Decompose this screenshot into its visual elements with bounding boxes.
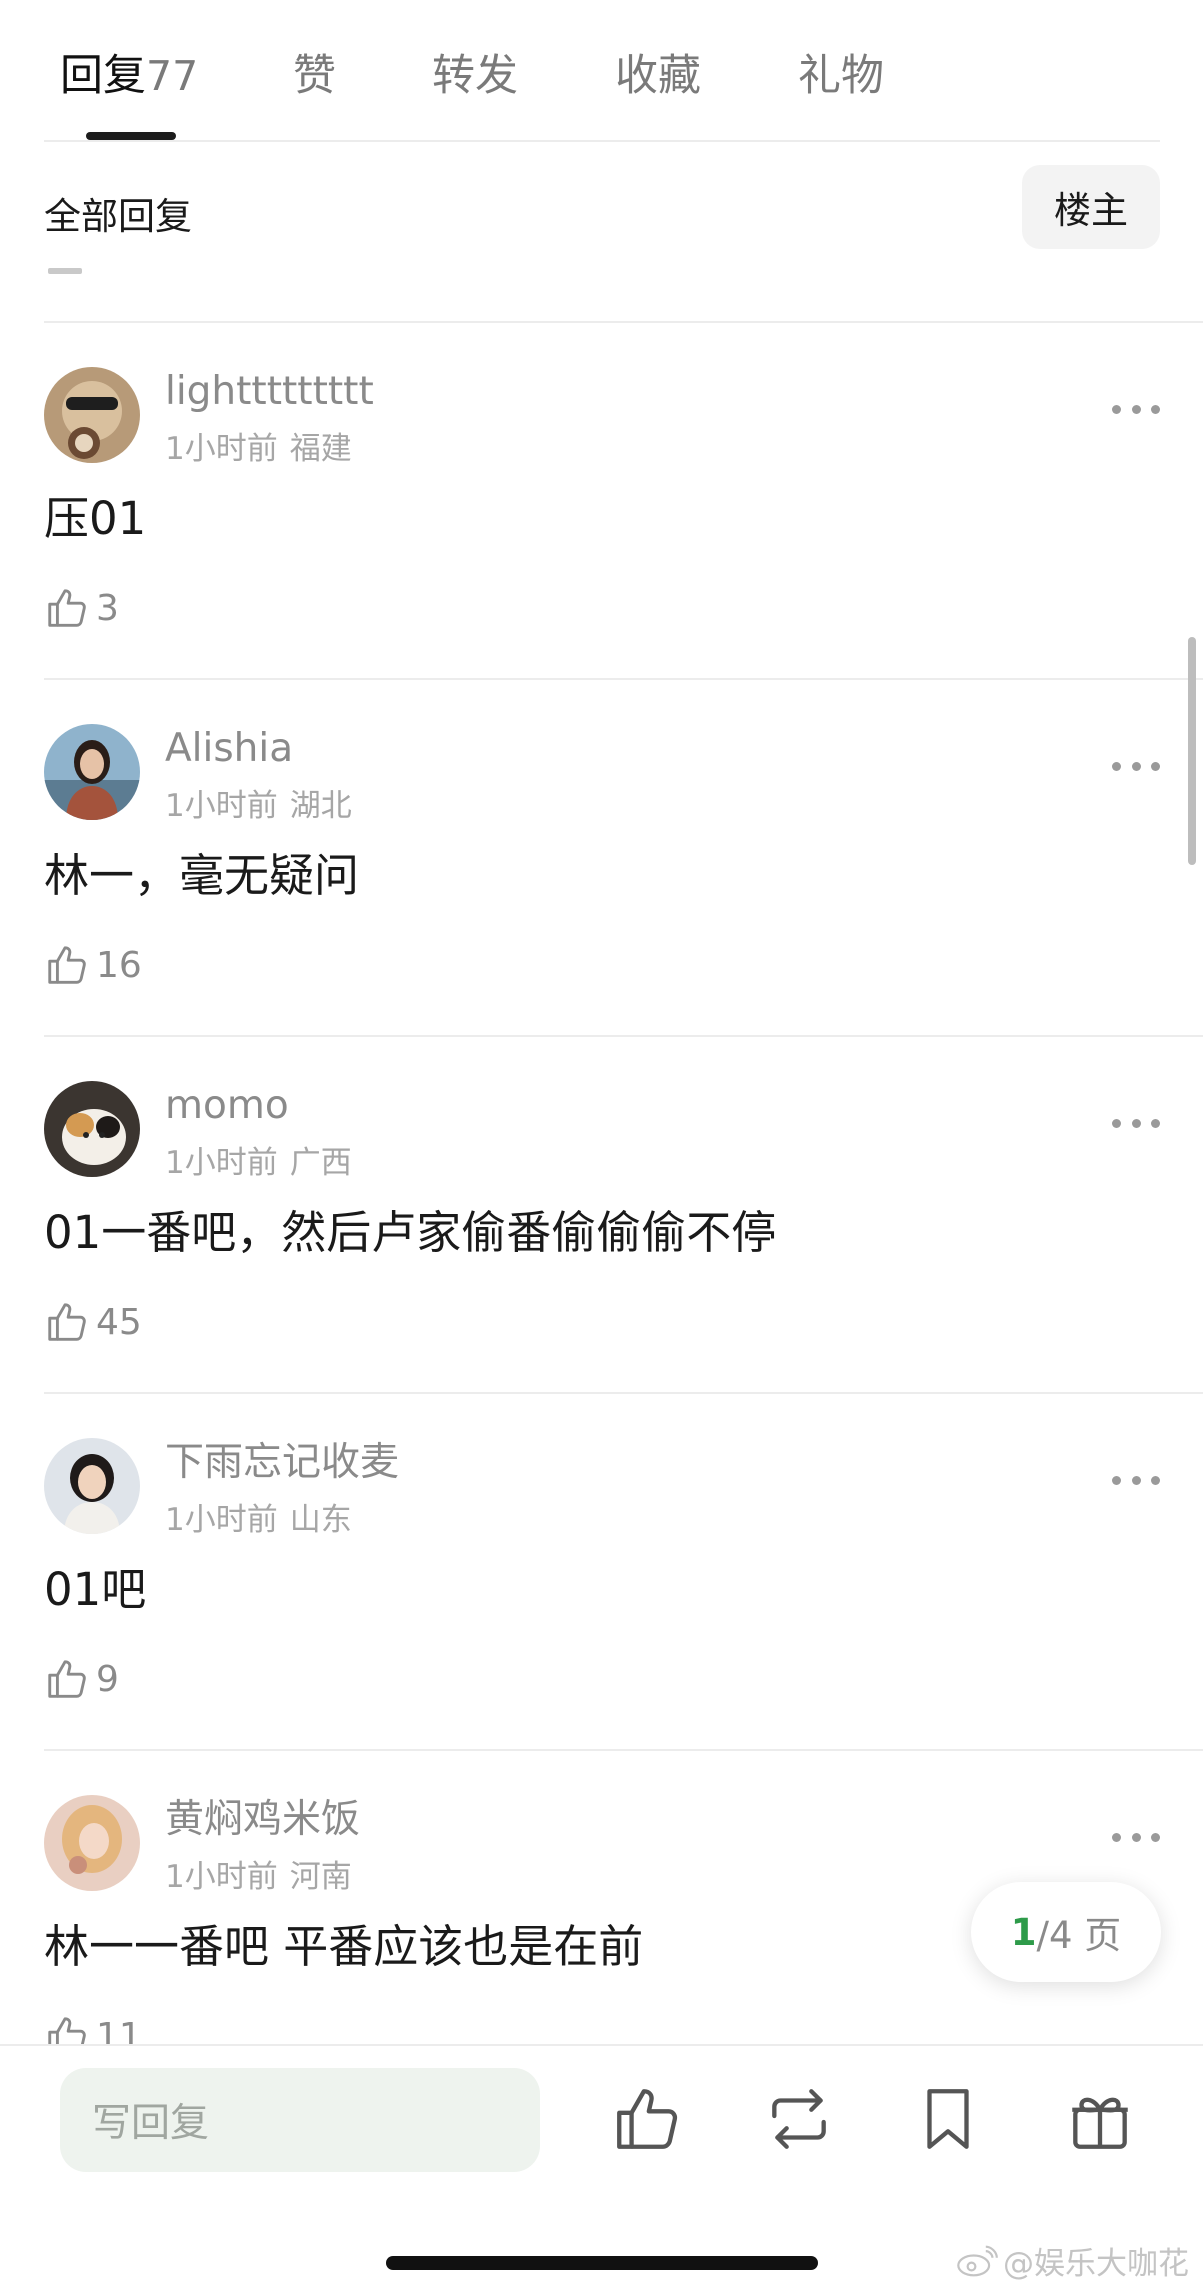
thumbs-up-icon — [48, 589, 86, 627]
username[interactable]: 黄焖鸡米饭 — [165, 1795, 360, 1845]
page-indicator[interactable]: 1/4 页 — [971, 1882, 1161, 1982]
username[interactable]: lighttttttttt — [165, 367, 374, 417]
repost-icon[interactable] — [762, 2082, 836, 2156]
avatar[interactable] — [44, 1081, 140, 1177]
weibo-logo-icon — [957, 2245, 998, 2276]
thumbs-up-icon — [48, 946, 86, 984]
reply-input[interactable]: 写回复 — [60, 2068, 540, 2172]
comment-location: 河南 — [289, 1859, 352, 1895]
username[interactable]: momo — [165, 1081, 289, 1131]
comment-meta: 1小时前 河南 — [165, 1851, 352, 1896]
tab-reposts[interactable]: 转发 — [432, 48, 518, 104]
all-replies-filter[interactable]: 全部回复 — [44, 186, 192, 240]
total-pages: /4 页 — [1036, 1914, 1122, 1957]
comment-item: Alishia 1小时前 湖北 林一，毫无疑问 16 — [0, 680, 1203, 1037]
more-options-icon[interactable] — [1112, 1472, 1160, 1488]
more-options-icon[interactable] — [1112, 758, 1160, 774]
comment-meta: 1小时前 山东 — [165, 1494, 352, 1539]
like-count: 16 — [96, 944, 142, 986]
more-options-icon[interactable] — [1112, 1115, 1160, 1131]
comment-item: 下雨忘记收麦 1小时前 山东 01吧 9 — [0, 1394, 1203, 1751]
comment-location: 山东 — [289, 1502, 352, 1538]
tab-replies-count: 77 — [146, 52, 199, 100]
home-indicator — [386, 2256, 818, 2270]
tabs-divider — [44, 140, 1160, 142]
current-page: 1 — [1010, 1910, 1037, 1954]
comment-meta: 1小时前 湖北 — [165, 780, 352, 825]
cut-off-content — [48, 268, 82, 274]
like-button[interactable]: 3 — [44, 583, 119, 633]
username[interactable]: 下雨忘记收麦 — [165, 1438, 399, 1488]
comment-text: 01一番吧，然后卢家偷番偷偷偷不停 — [44, 1206, 777, 1259]
tab-likes[interactable]: 赞 — [293, 48, 336, 104]
comment-location: 广西 — [289, 1145, 352, 1181]
like-button[interactable]: 45 — [44, 1297, 142, 1347]
comment-item: lighttttttttt 1小时前 福建 压01 3 — [0, 323, 1203, 680]
watermark-text: @娱乐大咖花 — [1003, 2246, 1189, 2282]
comment-time: 1小时前 — [165, 1145, 278, 1181]
like-button[interactable]: 16 — [44, 940, 142, 990]
active-tab-indicator — [86, 132, 176, 140]
like-count: 9 — [96, 1658, 119, 1700]
watermark: @娱乐大咖花 — [955, 2238, 1189, 2283]
comment-item: momo 1小时前 广西 01一番吧，然后卢家偷番偷偷偷不停 45 — [0, 1037, 1203, 1394]
comment-meta: 1小时前 广西 — [165, 1137, 352, 1182]
bookmark-icon[interactable] — [911, 2082, 985, 2156]
more-options-icon[interactable] — [1112, 1829, 1160, 1845]
thumbs-up-icon — [48, 1660, 86, 1698]
comment-location: 湖北 — [289, 788, 352, 824]
comment-text: 林一一番吧 平番应该也是在前 — [44, 1920, 644, 1973]
comment-text: 林一，毫无疑问 — [44, 849, 360, 902]
gift-icon[interactable] — [1063, 2082, 1137, 2156]
username[interactable]: Alishia — [165, 724, 293, 774]
tab-replies[interactable]: 回复77 — [60, 48, 198, 104]
scrollbar-thumb[interactable] — [1188, 637, 1196, 865]
tab-favorites[interactable]: 收藏 — [615, 48, 701, 104]
more-options-icon[interactable] — [1112, 401, 1160, 417]
op-only-button[interactable]: 楼主 — [1022, 165, 1160, 249]
like-count: 3 — [96, 587, 119, 629]
avatar[interactable] — [44, 1438, 140, 1534]
avatar[interactable] — [44, 367, 140, 463]
comment-meta: 1小时前 福建 — [165, 423, 352, 468]
comment-text: 01吧 — [44, 1563, 147, 1616]
comment-time: 1小时前 — [165, 1502, 278, 1538]
thumbs-up-icon[interactable] — [610, 2082, 684, 2156]
comment-time: 1小时前 — [165, 431, 278, 467]
thumbs-up-icon — [48, 1303, 86, 1341]
comment-time: 1小时前 — [165, 1859, 278, 1895]
like-count: 45 — [96, 1301, 142, 1343]
comment-time: 1小时前 — [165, 788, 278, 824]
avatar[interactable] — [44, 724, 140, 820]
like-button[interactable]: 9 — [44, 1654, 119, 1704]
comment-text: 压01 — [44, 492, 147, 545]
tab-gifts[interactable]: 礼物 — [798, 48, 884, 104]
tab-replies-label: 回复 — [60, 51, 146, 101]
avatar[interactable] — [44, 1795, 140, 1891]
comment-location: 福建 — [289, 431, 352, 467]
